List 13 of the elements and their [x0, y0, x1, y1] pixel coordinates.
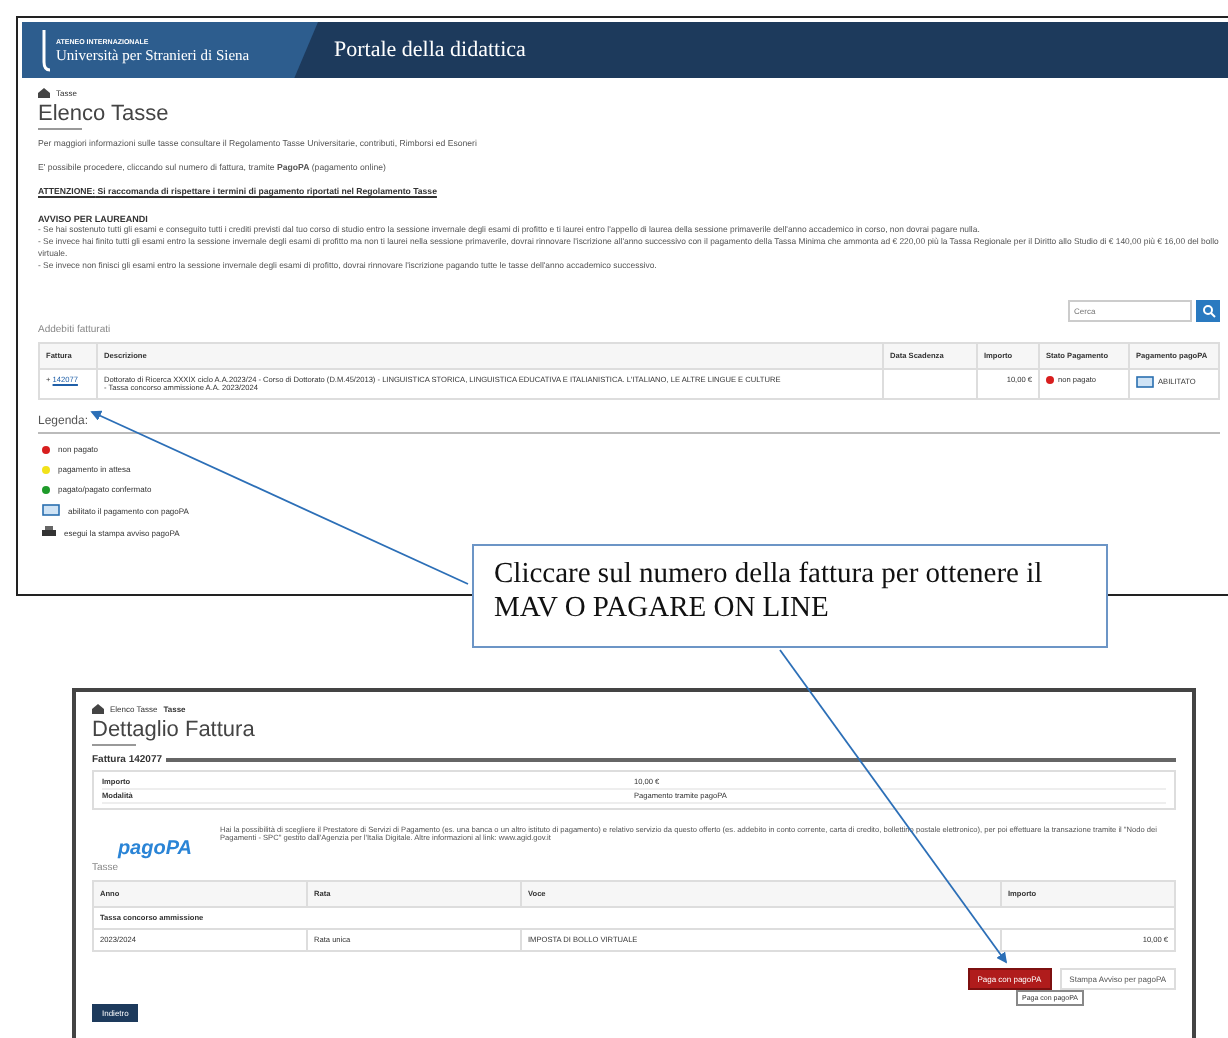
page-title: Dettaglio Fattura [92, 718, 255, 746]
home-icon[interactable] [92, 704, 104, 714]
search-icon [1201, 304, 1215, 318]
pagopa-logo: pagoPA [115, 838, 192, 860]
card-icon[interactable] [1136, 376, 1154, 388]
callout-box: Cliccare sul numero della fattura per ottenere il MAV O PAGARE ON LINE [472, 544, 1108, 648]
page-title: Elenco Tasse [38, 102, 169, 130]
search-button[interactable] [1196, 300, 1220, 322]
portal-title: Portale della didattica [334, 38, 526, 62]
printer-icon [42, 526, 56, 538]
logo-mark-icon [38, 28, 50, 72]
card-icon [42, 504, 60, 516]
home-icon[interactable] [38, 88, 50, 98]
